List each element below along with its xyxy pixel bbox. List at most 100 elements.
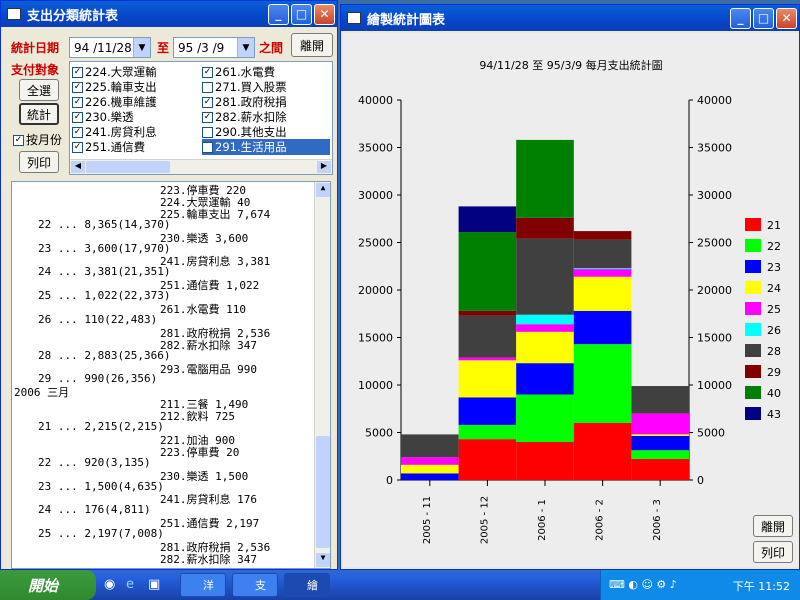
horizontal-scrollbar[interactable]: ◀ ▶	[70, 159, 332, 174]
minimize-button[interactable]: _	[268, 3, 289, 25]
category-checkbox[interactable]: ✓ 230.樂透	[72, 109, 134, 125]
bar-segment-24	[401, 464, 459, 474]
y-tick-label: 15000	[697, 332, 732, 345]
taskbar-item-1[interactable]: 洋	[180, 573, 226, 597]
category-checkbox[interactable]: 271.買入股票	[202, 79, 287, 95]
quicklaunch-ie-icon[interactable]: e	[126, 577, 134, 592]
select-all-button[interactable]: 全選	[19, 79, 59, 101]
category-checkbox[interactable]: ✓ 282.薪水扣除	[202, 109, 287, 125]
window-icon	[7, 8, 21, 20]
taskbar-item-3[interactable]: 繪	[284, 573, 330, 597]
quicklaunch-media-icon[interactable]: ◉	[104, 577, 115, 592]
legend-swatch	[745, 239, 761, 252]
chevron-down-icon[interactable]: ▼	[133, 38, 150, 57]
category-checkbox[interactable]: ✓ 261.水電費	[202, 64, 275, 80]
x-tick-label: 2006 - 2	[595, 499, 606, 541]
x-tick-label: 2006 - 1	[537, 499, 548, 541]
monthly-checkbox[interactable]: ✓ 按月份	[13, 131, 62, 148]
report-line: 225.輪車支出 7,674	[160, 207, 271, 221]
report-line: 28 ... 2,883(25,366)	[38, 348, 171, 362]
check-icon[interactable]: ✓	[72, 112, 83, 123]
check-icon[interactable]: ✓	[72, 97, 83, 108]
report-listbox[interactable]: 223.停車費 220 224.大眾運輸 40 225.輪車支出 7,674 22 .…	[11, 181, 331, 569]
check-icon[interactable]: ✓	[72, 82, 83, 93]
check-icon[interactable]: ✓	[202, 97, 213, 108]
check-icon[interactable]: ✓	[72, 67, 83, 78]
legend-swatch	[745, 386, 761, 399]
check-icon[interactable]: ✓	[72, 127, 83, 138]
chart-title: 94/11/28 至 95/3/9 每月支出統計圖	[479, 58, 662, 72]
category-checkbox[interactable]: 291.生活用品	[202, 139, 330, 155]
legend-swatch	[745, 365, 761, 378]
category-label: 241.房貸利息	[85, 125, 157, 139]
legend-swatch	[745, 260, 761, 273]
y-tick-label: 0	[386, 474, 393, 487]
bar-segment-26	[573, 268, 632, 270]
bar-segment-21	[458, 439, 517, 480]
taskbar-item-2[interactable]: 支	[232, 573, 278, 597]
bar-segment-28	[401, 434, 459, 458]
category-checkbox[interactable]: ✓ 251.通信費	[72, 139, 145, 155]
legend-label: 43	[767, 408, 781, 421]
left-titlebar[interactable]: 支出分類統計表 _ □ ✕	[1, 1, 337, 27]
minimize-button[interactable]: _	[730, 7, 751, 29]
check-icon[interactable]: ✓	[202, 67, 213, 78]
category-label: 251.通信費	[85, 140, 146, 154]
start-button[interactable]: 開始	[0, 570, 96, 600]
category-checkbox[interactable]: ✓ 224.大眾運輸	[72, 64, 157, 80]
category-checkbox[interactable]: ✓ 241.房貸利息	[72, 124, 157, 140]
window-icon	[347, 12, 361, 24]
chart-leave-button[interactable]: 離開	[753, 515, 793, 537]
report-line: 23 ... 3,600(17,970)	[38, 241, 171, 255]
close-button[interactable]: ✕	[314, 3, 335, 25]
scroll-left-icon[interactable]: ◀	[71, 161, 85, 173]
check-icon[interactable]	[202, 127, 213, 138]
tray-icons[interactable]: ⌨ ◐ ☺ ⚙ ♪	[609, 578, 677, 591]
check-icon[interactable]: ✓	[13, 135, 24, 146]
quicklaunch-desktop-icon[interactable]: ▣	[148, 577, 160, 592]
maximize-button[interactable]: □	[753, 7, 774, 29]
report-line: 23 ... 1,500(4,635)	[38, 479, 164, 493]
report-line: 25 ... 2,197(7,008)	[38, 527, 164, 541]
category-checkbox[interactable]: ✓ 226.機車維護	[72, 94, 157, 110]
right-titlebar[interactable]: 繪製統計圖表 _ □ ✕	[341, 5, 799, 31]
report-line: 2006 三月	[14, 386, 70, 400]
bar-segment-21	[631, 458, 689, 480]
bar-segment-21	[573, 423, 632, 480]
category-checkbox[interactable]: 290.其他支出	[202, 124, 287, 140]
category-checkbox[interactable]: ✓ 225.輪車支出	[72, 79, 157, 95]
vertical-scroll-thumb[interactable]	[316, 436, 330, 548]
x-tick-label: 2006 - 3	[652, 499, 663, 541]
date-to-select[interactable]: 95 /3 /9 ▼	[173, 37, 255, 58]
stats-button[interactable]: 統計	[19, 103, 59, 125]
scroll-thumb[interactable]	[86, 161, 170, 173]
bar-segment-24	[458, 360, 517, 398]
x-tick-label: 2005 - 11	[422, 496, 433, 544]
bar-segment-22	[458, 424, 517, 440]
vertical-scrollbar[interactable]: ▲ ▼	[314, 182, 330, 568]
bar-segment-29	[573, 231, 632, 240]
check-icon[interactable]: ✓	[72, 142, 83, 153]
y-tick-label: 40000	[358, 94, 393, 107]
chart-print-button[interactable]: 列印	[753, 541, 793, 563]
date-to-value: 95 /3 /9	[178, 40, 225, 55]
leave-button[interactable]: 離開	[291, 33, 333, 57]
y-tick-label: 10000	[358, 379, 393, 392]
bar-segment-28	[573, 239, 632, 269]
scroll-right-icon[interactable]: ▶	[317, 161, 331, 173]
maximize-button[interactable]: □	[291, 3, 312, 25]
category-label: 282.薪水扣除	[215, 110, 287, 124]
chevron-down-icon[interactable]: ▼	[237, 38, 254, 57]
scroll-down-icon[interactable]: ▼	[316, 553, 330, 567]
scroll-up-icon[interactable]: ▲	[316, 183, 330, 197]
report-line: 25 ... 1,022(22,373)	[38, 289, 171, 303]
check-icon[interactable]: ✓	[202, 112, 213, 123]
date-from-select[interactable]: 94 /11/28 ▼	[69, 37, 151, 58]
bar-segment-25	[631, 413, 689, 435]
print-button[interactable]: 列印	[19, 151, 59, 173]
date-suffix: 之間	[259, 41, 284, 55]
check-icon[interactable]	[202, 82, 213, 93]
close-button[interactable]: ✕	[776, 7, 797, 29]
category-checkbox[interactable]: ✓ 281.政府稅捐	[202, 94, 287, 110]
check-icon[interactable]	[202, 142, 213, 153]
